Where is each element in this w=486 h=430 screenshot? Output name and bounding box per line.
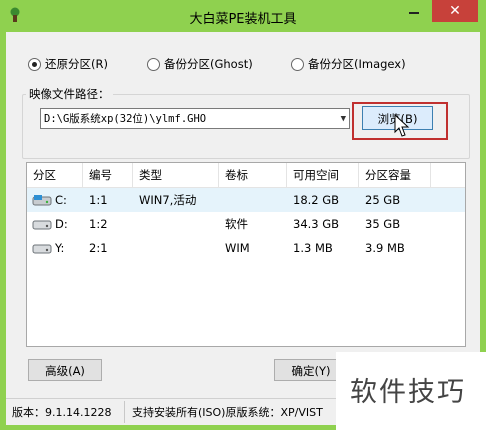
title-bar[interactable]: 大白菜PE装机工具 ✕ <box>0 0 486 32</box>
close-button[interactable]: ✕ <box>432 0 478 22</box>
table-header: 分区 编号 类型 卷标 可用空间 分区容量 <box>27 163 465 188</box>
cell-capacity: 3.9 MB <box>365 241 405 255</box>
image-path-value: D:\G版系统xp(32位)\ylmf.GHO <box>44 113 207 125</box>
cell-free-space: 1.3 MB <box>293 241 333 255</box>
cell-partition: Y: <box>55 241 65 255</box>
column-header-capacity[interactable]: 分区容量 <box>359 163 431 187</box>
watermark-text: 软件技巧 <box>350 377 466 408</box>
cell-free-space: 34.3 GB <box>293 217 340 231</box>
cell-free-space: 18.2 GB <box>293 193 340 207</box>
cell-label <box>219 188 225 212</box>
column-header-partition[interactable]: 分区 <box>27 163 83 187</box>
restore-partition-label: 还原分区(R) <box>45 57 108 71</box>
image-path-combobox[interactable]: D:\G版系统xp(32位)\ylmf.GHO ▼ <box>40 108 350 129</box>
status-divider <box>124 401 125 423</box>
minimize-button[interactable] <box>401 2 427 22</box>
radio-dot[interactable] <box>291 57 304 71</box>
mouse-pointer-icon <box>394 114 410 137</box>
backup-ghost-label: 备份分区(Ghost) <box>164 57 253 71</box>
cell-label: WIM <box>225 241 250 255</box>
restore-partition-radio[interactable]: 还原分区(R) <box>28 56 108 72</box>
cell-type: WIN7,活动 <box>139 193 197 207</box>
table-row[interactable]: C: 1:1 WIN7,活动 18.2 GB 25 GB <box>27 188 465 212</box>
cell-number: 1:2 <box>89 217 108 231</box>
partition-table[interactable]: 分区 编号 类型 卷标 可用空间 分区容量 C: 1:1 WIN7,活动 18.… <box>26 162 466 347</box>
column-header-type[interactable]: 类型 <box>133 163 219 187</box>
watermark-overlay: 软件技巧 <box>336 352 486 430</box>
backup-ghost-radio[interactable]: 备份分区(Ghost) <box>147 56 253 72</box>
backup-imagex-radio[interactable]: 备份分区(Imagex) <box>291 56 406 72</box>
column-header-label[interactable]: 卷标 <box>219 163 287 187</box>
cell-capacity: 35 GB <box>365 217 401 231</box>
cell-number: 1:1 <box>89 193 108 207</box>
cell-label: 软件 <box>225 217 248 231</box>
cell-type <box>133 212 139 236</box>
column-header-number[interactable]: 编号 <box>83 163 133 187</box>
image-path-label: 映像文件路径： <box>26 86 113 102</box>
column-header-free-space[interactable]: 可用空间 <box>287 163 359 187</box>
backup-imagex-label: 备份分区(Imagex) <box>308 57 406 71</box>
table-row[interactable]: Y: 2:1 WIM 1.3 MB 3.9 MB <box>27 236 465 260</box>
table-row[interactable]: D: 1:2 软件 34.3 GB 35 GB <box>27 212 465 236</box>
cell-type <box>133 236 139 260</box>
chevron-down-icon[interactable]: ▼ <box>341 109 346 130</box>
cell-number: 2:1 <box>89 241 108 255</box>
version-text: 版本：9.1.14.1228 <box>12 406 112 419</box>
cell-capacity: 25 GB <box>365 193 401 207</box>
radio-dot[interactable] <box>28 57 41 71</box>
radio-dot[interactable] <box>147 57 160 71</box>
advanced-button[interactable]: 高级(A) <box>28 359 102 381</box>
support-text: 支持安装所有(ISO)原版系统：XP/VIST <box>132 406 323 419</box>
cell-partition: D: <box>55 217 68 231</box>
cell-partition: C: <box>55 193 67 207</box>
